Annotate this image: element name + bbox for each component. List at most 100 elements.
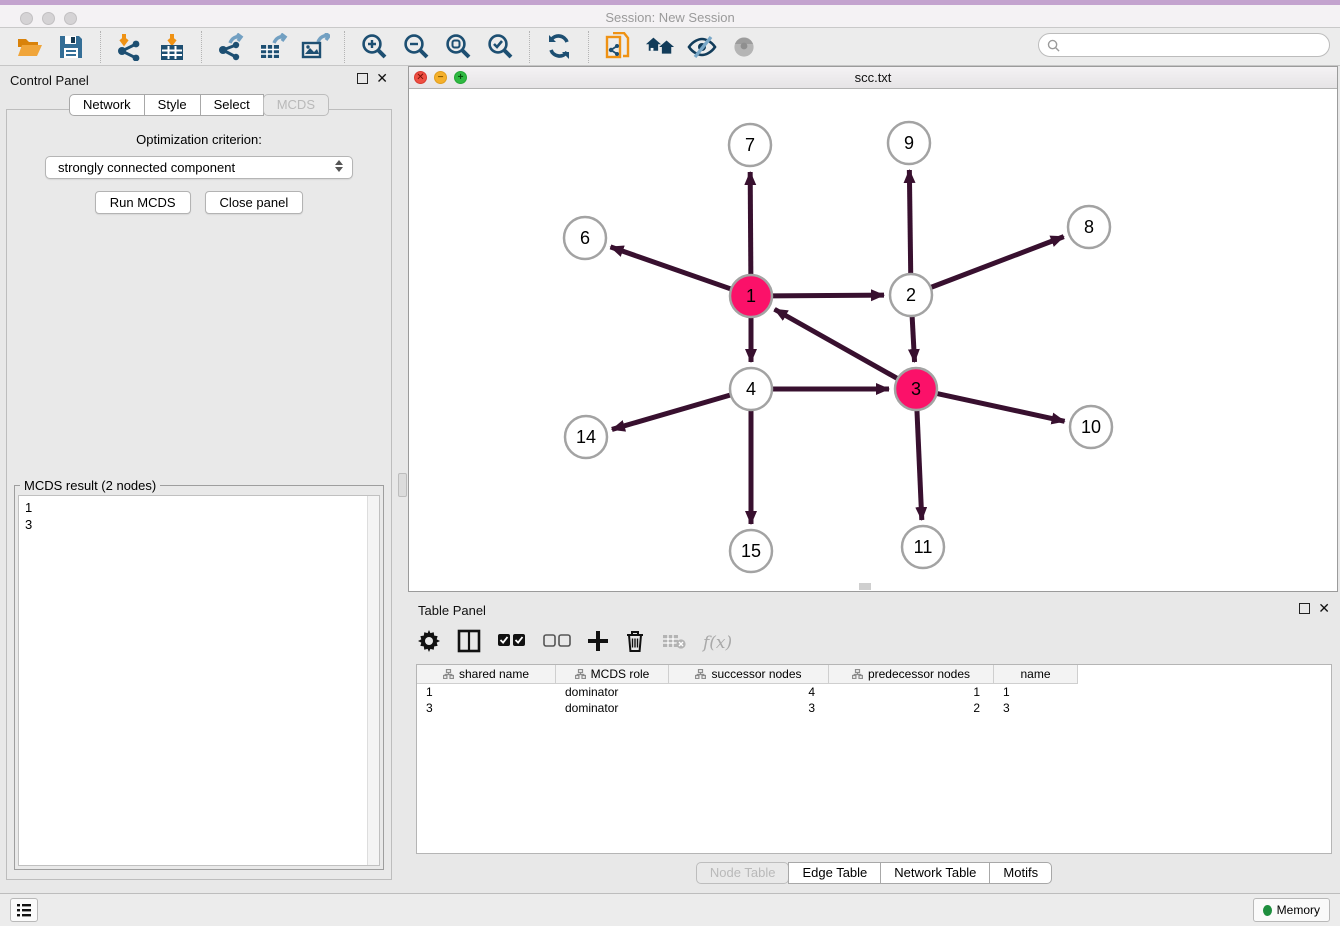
cell-predecessor-nodes[interactable]: 2 — [829, 700, 994, 716]
svg-text:8: 8 — [1084, 217, 1094, 237]
cell-MCDS-role[interactable]: dominator — [556, 684, 669, 700]
graph-node-8[interactable]: 8 — [1068, 206, 1110, 248]
network-canvas[interactable]: 1 2 3 4 6 7 8 9 10 11 14 15 — [409, 89, 1337, 591]
search-field[interactable] — [1038, 33, 1330, 57]
edge-1-2[interactable] — [772, 295, 884, 296]
window-title: Session: New Session — [0, 10, 1340, 25]
graph-node-2[interactable]: 2 — [890, 274, 932, 316]
tab-select[interactable]: Select — [200, 94, 264, 116]
zoom-in-icon[interactable] — [359, 32, 389, 62]
show-hidden-eye-icon[interactable] — [729, 32, 759, 62]
edge-2-8[interactable] — [931, 237, 1064, 288]
node-table[interactable]: shared nameMCDS rolesuccessor nodesprede… — [416, 664, 1332, 854]
graph-node-11[interactable]: 11 — [902, 526, 944, 568]
edge-1-7[interactable] — [750, 172, 751, 275]
hide-selected-eye-slash-icon[interactable] — [687, 32, 717, 62]
cell-successor-nodes[interactable]: 4 — [669, 684, 829, 700]
edge-3-1[interactable] — [775, 309, 898, 378]
graph-node-6[interactable]: 6 — [564, 217, 606, 259]
sort-hierarchy-icon — [443, 669, 454, 679]
select-all-columns-icon[interactable] — [498, 633, 526, 653]
tab-edge-table[interactable]: Edge Table — [788, 862, 881, 884]
graph-node-3[interactable]: 3 — [895, 368, 937, 410]
graph-node-10[interactable]: 10 — [1070, 406, 1112, 448]
zoom-out-icon[interactable] — [401, 32, 431, 62]
tab-mcds[interactable]: MCDS — [263, 94, 329, 116]
memory-status-icon — [1263, 905, 1272, 916]
table-panel: Table Panel ✕ — [408, 596, 1340, 893]
export-image-icon[interactable] — [300, 32, 330, 62]
run-mcds-button[interactable]: Run MCDS — [95, 191, 191, 214]
tab-motifs[interactable]: Motifs — [989, 862, 1052, 884]
vertical-splitter-handle[interactable] — [398, 473, 407, 497]
cell-MCDS-role[interactable]: dominator — [556, 700, 669, 716]
function-builder-icon: f(x) — [703, 633, 732, 653]
cell-shared-name[interactable]: 1 — [417, 684, 556, 700]
export-network-icon[interactable] — [216, 32, 246, 62]
cell-name[interactable]: 1 — [994, 684, 1078, 700]
delete-column-trash-icon[interactable] — [625, 630, 645, 657]
edge-4-14[interactable] — [612, 395, 731, 430]
import-table-icon[interactable] — [157, 32, 187, 62]
edge-1-6[interactable] — [610, 247, 731, 289]
export-table-icon[interactable] — [258, 32, 288, 62]
search-icon — [1047, 39, 1060, 52]
cell-name[interactable]: 3 — [994, 700, 1078, 716]
table-float-panel-icon[interactable] — [1299, 603, 1310, 614]
column-header-successor-nodes[interactable]: successor nodes — [669, 665, 829, 684]
edge-3-10[interactable] — [937, 393, 1065, 421]
graph-node-14[interactable]: 14 — [565, 416, 607, 458]
graph-node-4[interactable]: 4 — [730, 368, 772, 410]
memory-button[interactable]: Memory — [1253, 898, 1330, 922]
tab-style[interactable]: Style — [144, 94, 201, 116]
cell-successor-nodes[interactable]: 3 — [669, 700, 829, 716]
column-header-shared-name[interactable]: shared name — [417, 665, 556, 684]
edge-3-11[interactable] — [917, 410, 922, 520]
zoom-fit-icon[interactable] — [443, 32, 473, 62]
close-panel-icon[interactable]: ✕ — [376, 73, 388, 84]
tab-network[interactable]: Network — [69, 94, 145, 116]
zoom-selected-icon[interactable] — [485, 32, 515, 62]
result-scrollbar[interactable] — [367, 496, 379, 865]
main-toolbar — [0, 28, 1340, 66]
cell-predecessor-nodes[interactable]: 1 — [829, 684, 994, 700]
mcds-result-text: 1 3 — [19, 496, 367, 865]
column-browser-icon[interactable] — [457, 629, 481, 658]
table-row[interactable]: 3dominator323 — [417, 700, 1331, 716]
show-all-houses-icon[interactable] — [645, 32, 675, 62]
float-panel-icon[interactable] — [357, 73, 368, 84]
new-network-from-selection-icon[interactable] — [603, 32, 633, 62]
create-column-plus-icon[interactable] — [588, 631, 608, 656]
table-settings-gear-icon[interactable] — [418, 630, 440, 657]
tab-network-table[interactable]: Network Table — [880, 862, 990, 884]
graph-node-1[interactable]: 1 — [730, 275, 772, 317]
svg-text:3: 3 — [911, 379, 921, 399]
search-input[interactable] — [1065, 38, 1315, 52]
apply-layout-icon[interactable] — [544, 32, 574, 62]
import-network-icon[interactable] — [115, 32, 145, 62]
table-row[interactable]: 1dominator411 — [417, 684, 1331, 700]
canvas-splitter-grip[interactable] — [859, 583, 871, 590]
save-session-icon[interactable] — [56, 32, 86, 62]
optimization-criterion-select[interactable]: strongly connected component — [45, 156, 353, 179]
table-close-panel-icon[interactable]: ✕ — [1318, 603, 1330, 614]
column-header-name[interactable]: name — [994, 665, 1078, 684]
open-folder-icon[interactable] — [14, 32, 44, 62]
status-bar: Memory — [0, 893, 1340, 926]
svg-text:2: 2 — [906, 285, 916, 305]
cell-shared-name[interactable]: 3 — [417, 700, 556, 716]
graph-node-15[interactable]: 15 — [730, 530, 772, 572]
column-header-predecessor-nodes[interactable]: predecessor nodes — [829, 665, 994, 684]
graph-node-7[interactable]: 7 — [729, 124, 771, 166]
close-panel-button[interactable]: Close panel — [205, 191, 304, 214]
tab-node-table[interactable]: Node Table — [696, 862, 790, 884]
svg-text:9: 9 — [904, 133, 914, 153]
control-panel: Control Panel ✕ NetworkStyleSelectMCDS O… — [0, 66, 398, 893]
edge-2-9[interactable] — [909, 170, 910, 274]
svg-text:11: 11 — [914, 537, 933, 557]
task-history-button[interactable] — [10, 898, 38, 922]
deselect-all-columns-icon[interactable] — [543, 633, 571, 653]
graph-node-9[interactable]: 9 — [888, 122, 930, 164]
column-header-MCDS-role[interactable]: MCDS role — [556, 665, 669, 684]
edge-2-3[interactable] — [912, 316, 914, 362]
